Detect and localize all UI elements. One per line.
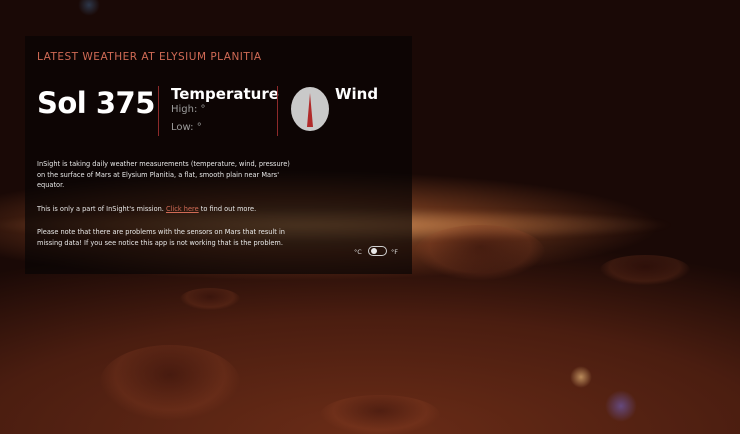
lens-flare (78, 0, 100, 16)
wind-direction-compass-icon (291, 87, 329, 131)
unit-toggle[interactable] (368, 246, 387, 256)
compass-needle-icon (307, 93, 313, 127)
divider (158, 86, 159, 136)
crater (415, 225, 545, 280)
wind-title: Wind (335, 85, 379, 103)
temperature-high: High: ° (171, 104, 206, 115)
sensor-warning-paragraph: Please note that there are problems with… (37, 228, 285, 247)
info-paragraph: This is only a part of InSight's mission… (37, 204, 297, 215)
celsius-label: °C (354, 248, 362, 256)
crater (180, 288, 240, 310)
toggle-knob (371, 248, 377, 254)
mission-text-after: to find out more. (200, 205, 257, 213)
location-heading: LATEST WEATHER AT ELYSIUM PLANITIA (37, 51, 262, 63)
temperature-low: Low: ° (171, 122, 202, 133)
mission-link[interactable]: Click here (166, 205, 199, 213)
mission-text: This is only a part of InSight's mission… (37, 205, 164, 213)
sol-number: Sol 375 (37, 86, 155, 120)
crater (320, 395, 440, 434)
fahrenheit-label: °F (391, 248, 398, 256)
lens-flare (570, 366, 592, 388)
crater (600, 255, 690, 285)
crater (100, 345, 240, 420)
divider (277, 86, 278, 136)
lens-flare (605, 390, 637, 422)
weather-panel: LATEST WEATHER AT ELYSIUM PLANITIA Sol 3… (25, 36, 412, 274)
info-paragraph: InSight is taking daily weather measurem… (37, 160, 290, 189)
temperature-title: Temperature (171, 85, 279, 103)
